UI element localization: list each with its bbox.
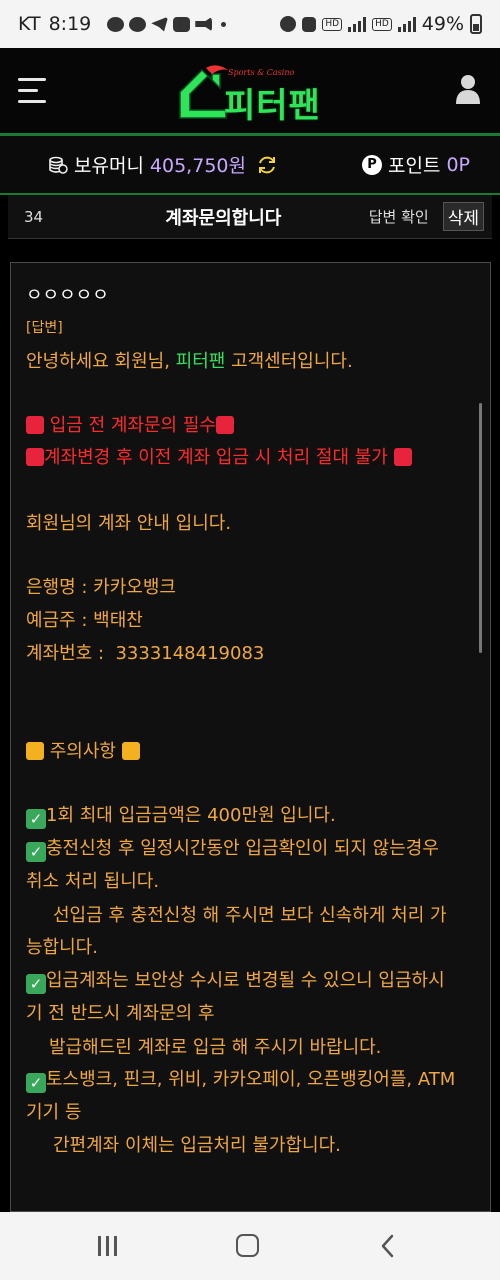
points-value: 0P: [446, 153, 470, 176]
greeting-post: 고객센터입니다.: [225, 351, 353, 372]
delete-button[interactable]: 삭제: [442, 202, 484, 231]
user-icon[interactable]: [456, 74, 480, 106]
scrollbar[interactable]: [479, 403, 482, 653]
battery-percent: 49%: [421, 13, 464, 35]
coin-stack-icon: [49, 156, 68, 174]
recent-apps-button[interactable]: [96, 1236, 120, 1256]
telegram-icon: [151, 16, 169, 32]
battery-icon: [470, 14, 482, 34]
red-square-icon: [393, 448, 412, 466]
back-button[interactable]: [378, 1234, 398, 1258]
notice-2b: 취소 처리 됩니다.: [26, 871, 160, 892]
warning-line-1: 입금 전 계좌문의 필수: [26, 411, 234, 437]
logo-text: 피터팬: [224, 86, 321, 126]
post-title-row: 34 계좌문의합니다 답변 확인 삭제: [8, 195, 492, 239]
post-title: 계좌문의합니다: [165, 207, 282, 229]
account-number: 계좌번호 : 3333148419083: [26, 643, 265, 664]
post-content[interactable]: ㅇㅇㅇㅇㅇ [답변] 안녕하세요 회원님, 피터팬 고객센터입니다. 입금 전 …: [10, 262, 491, 1212]
warning-line-2: 계좌변경 후 이전 계좌 입금 시 처리 절대 불가: [26, 443, 412, 469]
points-icon: P: [362, 154, 382, 175]
notice-3a: ✓ 입금계좌는 보안상 수시로 변경될 수 있으니 입금하시: [26, 966, 445, 994]
chat-icon: [107, 16, 125, 32]
points-label: 포인트: [388, 155, 441, 177]
balance-bar: 보유머니 405,750원 P 포인트 0P: [0, 136, 500, 195]
question-text: ㅇㅇㅇㅇㅇ: [26, 285, 109, 306]
notice-2a-text: 충전신청 후 일정시간동안 입금확인이 되지 않는경우: [46, 838, 439, 859]
account-info-intro: 회원님의 계좌 안내 입니다.: [26, 513, 232, 534]
notice-4c: 간편계좌 이체는 입금처리 불가합니다.: [53, 1135, 341, 1156]
clock: 8:19: [48, 13, 92, 35]
notice-1-text: 1회 최대 입금금액은 400만원 입니다.: [46, 805, 336, 826]
signal-icon: [397, 16, 416, 32]
home-button[interactable]: [236, 1234, 259, 1257]
check-icon: ✓: [26, 842, 46, 862]
notification-icons: [107, 16, 227, 32]
hd-icon: HD: [322, 17, 343, 31]
answer-tag: [답변]: [26, 320, 63, 336]
greeting-pre: 안녕하세요 회원님,: [26, 351, 176, 372]
red-square-icon: [26, 416, 44, 434]
notice-1: ✓ 1회 최대 입금금액은 400만원 입니다.: [26, 801, 336, 829]
greeting-brand: 피터팬: [175, 351, 226, 372]
orange-square-icon: [26, 742, 44, 760]
money-label: 보유머니: [74, 155, 144, 177]
red-square-icon: [26, 448, 44, 466]
account-holder: 예금주 : 백태찬: [26, 610, 143, 631]
notice-2d: 능합니다.: [26, 937, 98, 958]
money-section: 보유머니 405,750원: [48, 151, 278, 178]
check-icon: ✓: [26, 1073, 46, 1093]
notice-4b: 기기 등: [26, 1102, 82, 1123]
orange-square-icon: [121, 742, 140, 760]
refresh-icon[interactable]: [256, 154, 278, 176]
talk-icon: [129, 16, 147, 32]
app-header: Sports & Casino 피터팬: [0, 48, 500, 136]
megaphone-icon: [195, 16, 213, 32]
notice-2c: 선입금 후 충전신청 해 주시면 보다 신속하게 처리 가: [53, 905, 447, 926]
logo[interactable]: Sports & Casino 피터팬: [176, 62, 326, 126]
android-nav-bar: [0, 1212, 500, 1280]
signal-5g-icon: [348, 16, 367, 32]
menu-icon[interactable]: [18, 78, 46, 103]
answer-status: 답변 확인: [368, 208, 429, 226]
notice-4a-text: 토스뱅크, 핀크, 위비, 카카오페이, 오픈뱅킹어플, ATM: [46, 1069, 456, 1090]
alarm-icon: [280, 16, 297, 32]
notice-4a: ✓ 토스뱅크, 핀크, 위비, 카카오페이, 오픈뱅킹어플, ATM: [26, 1065, 455, 1093]
warning-text-2: 계좌변경 후 이전 계좌 입금 시 처리 절대 불가: [44, 447, 388, 468]
money-value: 405,750원: [149, 155, 246, 177]
bank-name: 은행명 : 카카오뱅크: [26, 577, 176, 598]
red-square-icon: [215, 416, 234, 434]
carrier: KT: [18, 13, 41, 35]
warning-text-1: 입금 전 계좌문의 필수: [49, 415, 216, 436]
status-bar: KT 8:19 HD HD 49%: [0, 0, 500, 48]
hd-icon-2: HD: [372, 17, 392, 31]
more-dot-icon: [221, 21, 227, 27]
notice-title-text: 주의사항: [49, 741, 116, 762]
mute-icon: [302, 16, 317, 32]
points-section: P 포인트 0P: [362, 151, 470, 178]
greeting-line: 안녕하세요 회원님, 피터팬 고객센터입니다.: [26, 347, 353, 373]
notice-title: 주의사항: [26, 737, 140, 763]
notice-3c: 발급해드린 계좌로 입금 해 주시기 바랍니다.: [49, 1037, 382, 1058]
notice-2a: ✓ 충전신청 후 일정시간동안 입금확인이 되지 않는경우: [26, 834, 439, 862]
check-icon: ✓: [26, 809, 46, 829]
check-icon: ✓: [26, 974, 46, 994]
post-number: 34: [24, 207, 44, 226]
youtube-icon: [173, 16, 191, 32]
notice-3b: 기 전 반드시 계좌문의 후: [26, 1003, 215, 1024]
logo-subtitle: Sports & Casino: [228, 68, 295, 77]
notice-3a-text: 입금계좌는 보안상 수시로 변경될 수 있으니 입금하시: [46, 970, 445, 991]
